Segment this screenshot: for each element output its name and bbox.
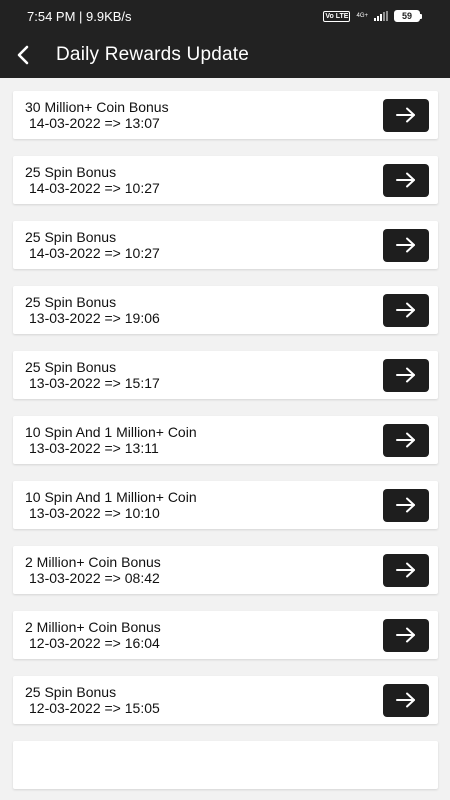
- battery-level: 59: [401, 11, 412, 21]
- reward-title: 2 Million+ Coin Bonus: [25, 554, 161, 570]
- open-reward-button[interactable]: [383, 553, 429, 587]
- reward-title: 25 Spin Bonus: [25, 294, 117, 310]
- reward-item[interactable]: 10 Spin And 1 Million+ Coin 13-03-2022 =>…: [13, 416, 438, 464]
- reward-text: 25 Spin Bonus 14-03-2022 => 10:27: [13, 164, 160, 196]
- reward-date: 13-03-2022 => 19:06: [29, 310, 160, 326]
- reward-date: 14-03-2022 => 10:27: [29, 245, 160, 261]
- reward-text: 25 Spin Bonus 14-03-2022 => 10:27: [13, 229, 160, 261]
- reward-text: 25 Spin Bonus 12-03-2022 => 15:05: [13, 684, 160, 716]
- reward-date: 13-03-2022 => 13:11: [29, 440, 159, 456]
- rewards-list[interactable]: 30 Million+ Coin Bonus 14-03-2022 => 13:0…: [0, 78, 450, 800]
- reward-title: 25 Spin Bonus: [25, 229, 117, 245]
- reward-date: 13-03-2022 => 08:42: [29, 570, 160, 586]
- page-title: Daily Rewards Update: [56, 44, 250, 65]
- reward-item[interactable]: 25 Spin Bonus 13-03-2022 => 15:17: [13, 351, 438, 399]
- reward-title: 10 Spin And 1 Million+ Coin: [25, 489, 197, 505]
- reward-item-partial[interactable]: [13, 741, 438, 789]
- reward-item[interactable]: 25 Spin Bonus 12-03-2022 => 15:05: [13, 676, 438, 724]
- reward-title: 25 Spin Bonus: [25, 359, 117, 375]
- reward-text: 25 Spin Bonus 13-03-2022 => 19:06: [13, 294, 160, 326]
- arrow-right-icon: [396, 497, 415, 513]
- reward-item[interactable]: 10 Spin And 1 Million+ Coin 13-03-2022 =>…: [13, 481, 438, 529]
- open-reward-button[interactable]: [383, 228, 429, 262]
- open-reward-button[interactable]: [383, 98, 429, 132]
- reward-date: 14-03-2022 => 10:27: [29, 180, 160, 196]
- arrow-right-icon: [396, 692, 415, 708]
- signal-icon: [374, 11, 388, 21]
- arrow-right-icon: [396, 302, 415, 318]
- reward-item[interactable]: 2 Million+ Coin Bonus 13-03-2022 => 08:42: [13, 546, 438, 594]
- reward-text: 2 Million+ Coin Bonus 12-03-2022 => 16:04: [13, 619, 161, 651]
- reward-text: 2 Million+ Coin Bonus 13-03-2022 => 08:42: [13, 554, 161, 586]
- reward-date: 13-03-2022 => 10:10: [29, 505, 160, 521]
- arrow-back-icon: [17, 45, 29, 65]
- status-time: 7:54 PM | 9.9KB/s: [27, 8, 132, 24]
- open-reward-button[interactable]: [383, 163, 429, 197]
- battery-icon: 59: [394, 10, 422, 22]
- reward-text: 10 Spin And 1 Million+ Coin 13-03-2022 =>…: [13, 424, 197, 456]
- arrow-right-icon: [396, 237, 415, 253]
- reward-title: 10 Spin And 1 Million+ Coin: [25, 424, 197, 440]
- reward-date: 12-03-2022 => 15:05: [29, 700, 160, 716]
- arrow-right-icon: [396, 107, 415, 123]
- reward-date: 13-03-2022 => 15:17: [29, 375, 160, 391]
- open-reward-button[interactable]: [383, 488, 429, 522]
- reward-date: 14-03-2022 => 13:07: [29, 115, 160, 131]
- volte-icon: Vo LTE: [323, 10, 351, 22]
- status-icons: Vo LTE 4G+ 59: [323, 10, 422, 22]
- arrow-right-icon: [396, 627, 415, 643]
- open-reward-button[interactable]: [383, 618, 429, 652]
- open-reward-button[interactable]: [383, 358, 429, 392]
- reward-item[interactable]: 25 Spin Bonus 14-03-2022 => 10:27: [13, 221, 438, 269]
- reward-item[interactable]: 30 Million+ Coin Bonus 14-03-2022 => 13:0…: [13, 91, 438, 139]
- status-bar: 7:54 PM | 9.9KB/s Vo LTE 4G+ 59: [0, 0, 450, 32]
- arrow-right-icon: [396, 562, 415, 578]
- reward-date: 12-03-2022 => 16:04: [29, 635, 160, 651]
- reward-title: 25 Spin Bonus: [25, 684, 117, 700]
- app-bar: Daily Rewards Update: [0, 32, 450, 78]
- reward-text: 30 Million+ Coin Bonus 14-03-2022 => 13:0…: [13, 99, 169, 131]
- reward-title: 30 Million+ Coin Bonus: [25, 99, 169, 115]
- reward-item[interactable]: 2 Million+ Coin Bonus 12-03-2022 => 16:04: [13, 611, 438, 659]
- reward-item[interactable]: 25 Spin Bonus 13-03-2022 => 19:06: [13, 286, 438, 334]
- network-type: 4G+: [356, 13, 368, 19]
- open-reward-button[interactable]: [383, 293, 429, 327]
- reward-title: 2 Million+ Coin Bonus: [25, 619, 161, 635]
- back-button[interactable]: [0, 32, 48, 78]
- reward-item[interactable]: 25 Spin Bonus 14-03-2022 => 10:27: [13, 156, 438, 204]
- reward-text: 25 Spin Bonus 13-03-2022 => 15:17: [13, 359, 160, 391]
- reward-text: 10 Spin And 1 Million+ Coin 13-03-2022 =>…: [13, 489, 197, 521]
- arrow-right-icon: [396, 432, 415, 448]
- network-indicator: 4G+: [356, 13, 368, 19]
- open-reward-button[interactable]: [383, 683, 429, 717]
- arrow-right-icon: [396, 172, 415, 188]
- arrow-right-icon: [396, 367, 415, 383]
- open-reward-button[interactable]: [383, 423, 429, 457]
- reward-title: 25 Spin Bonus: [25, 164, 117, 180]
